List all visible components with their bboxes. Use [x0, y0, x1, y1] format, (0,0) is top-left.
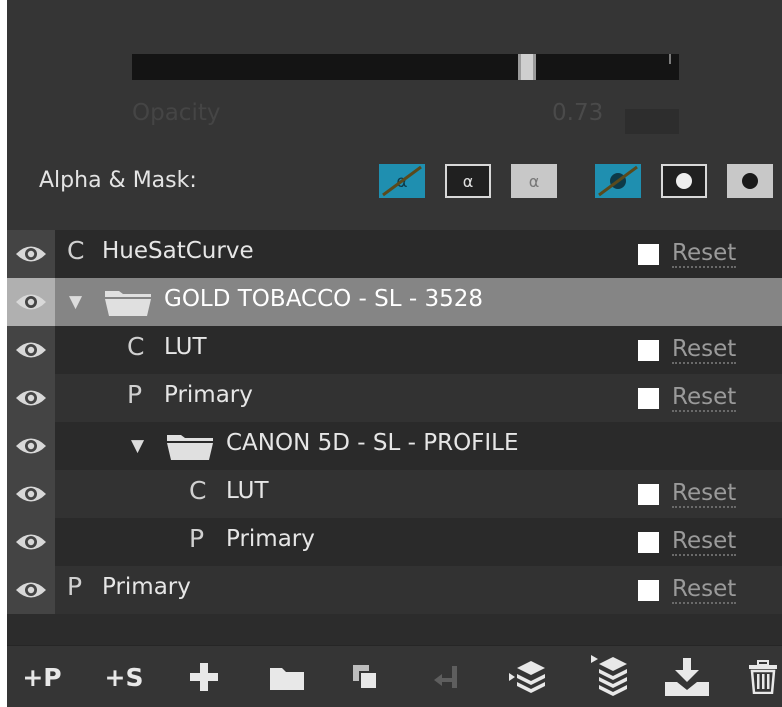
group-name: GOLD TOBACCO - SL - 3528: [164, 286, 484, 312]
eye-icon: [16, 486, 46, 502]
mask-button[interactable]: [661, 164, 707, 198]
opacity-value: 0.73: [552, 100, 604, 126]
layer-name: HueSatCurve: [102, 238, 254, 264]
eye-icon: [16, 582, 46, 598]
layer-name: Primary: [226, 526, 315, 552]
layer-toolbar: +P +S: [7, 645, 782, 707]
layer-group-row[interactable]: ▼ CANON 5D - SL - PROFILE: [7, 422, 782, 470]
delete-button[interactable]: [745, 646, 781, 707]
layer-name: Primary: [102, 574, 191, 600]
layer-list: C HueSatCurve Reset ▼ GOLD TOBACCO - SL - 35…: [7, 230, 782, 645]
visibility-toggle[interactable]: [7, 374, 55, 422]
reset-checkbox[interactable]: [638, 484, 659, 505]
mask-disabled-icon: [595, 164, 641, 198]
alpha-disabled-button[interactable]: α: [379, 164, 425, 198]
reset-checkbox[interactable]: [638, 340, 659, 361]
opacity-label: Opacity: [132, 100, 221, 126]
collapse-layers-icon: [591, 655, 627, 696]
layer-type-label: P: [67, 572, 83, 601]
layer-type-label: C: [127, 332, 145, 361]
layer-type-label: C: [67, 236, 85, 265]
alpha-invert-button[interactable]: α: [511, 164, 557, 198]
layer-name: LUT: [226, 478, 269, 504]
alpha-icon: α: [445, 164, 491, 198]
eye-icon: [16, 342, 46, 358]
alpha-invert-icon: α: [511, 164, 557, 198]
reset-checkbox[interactable]: [638, 388, 659, 409]
svg-text:α: α: [463, 172, 474, 191]
reset-checkbox[interactable]: [638, 532, 659, 553]
reset-link[interactable]: Reset: [672, 480, 737, 509]
layer-row[interactable]: P Primary Reset: [7, 374, 782, 422]
layer-row[interactable]: C LUT Reset: [7, 326, 782, 374]
opacity-slider-thumb[interactable]: [518, 54, 536, 80]
eye-icon: [16, 390, 46, 406]
layer-row[interactable]: C HueSatCurve Reset: [7, 230, 782, 278]
duplicate-button[interactable]: [345, 646, 385, 707]
reset-link[interactable]: Reset: [672, 240, 737, 269]
eye-icon: [16, 534, 46, 550]
layer-row[interactable]: P Primary Reset: [7, 566, 782, 614]
add-primary-button[interactable]: +P: [17, 646, 67, 707]
visibility-toggle[interactable]: [7, 422, 55, 470]
layer-type-label: P: [189, 524, 205, 553]
opacity-section: Opacity 0.73 Alpha & Mask: α α α: [7, 0, 782, 230]
folder-icon: [166, 431, 214, 465]
eye-icon: [16, 246, 46, 262]
visibility-toggle[interactable]: [7, 230, 55, 278]
duplicate-icon: [353, 665, 378, 690]
reset-checkbox[interactable]: [638, 580, 659, 601]
add-group-button[interactable]: [265, 646, 309, 707]
collapse-layers-button[interactable]: [585, 646, 637, 707]
add-primary-label: +P: [22, 662, 62, 692]
svg-text:α: α: [529, 172, 540, 191]
mask-icon: [661, 164, 707, 198]
reset-link[interactable]: Reset: [672, 528, 737, 557]
mask-disabled-button[interactable]: [595, 164, 641, 198]
reset-link[interactable]: Reset: [672, 576, 737, 605]
group-name: CANON 5D - SL - PROFILE: [226, 430, 519, 456]
folder-icon: [270, 668, 304, 690]
add-secondary-button[interactable]: +S: [99, 646, 149, 707]
visibility-toggle[interactable]: [7, 326, 55, 374]
import-icon: [665, 658, 709, 696]
layer-row[interactable]: C LUT Reset: [7, 470, 782, 518]
layer-type-label: P: [127, 380, 143, 409]
expand-triangle-icon[interactable]: ▼: [131, 436, 144, 456]
eye-icon: [16, 438, 46, 454]
opacity-slider[interactable]: [132, 54, 679, 80]
reset-link[interactable]: Reset: [672, 384, 737, 413]
alpha-mask-label: Alpha & Mask:: [39, 168, 197, 193]
opacity-slider-end-tick: [669, 54, 671, 64]
mask-invert-button[interactable]: [727, 164, 773, 198]
layer-name: LUT: [164, 334, 207, 360]
merge-down-icon: [434, 666, 457, 688]
trash-icon: [749, 660, 777, 694]
mask-invert-icon: [727, 164, 773, 198]
expand-layers-icon: [509, 661, 545, 693]
color-layers-panel: Opacity 0.73 Alpha & Mask: α α α: [7, 0, 782, 707]
add-layer-button[interactable]: [184, 646, 224, 707]
layer-group-row[interactable]: ▼ GOLD TOBACCO - SL - 3528: [7, 278, 782, 326]
folder-icon: [104, 287, 152, 321]
expand-layers-button[interactable]: [503, 646, 555, 707]
visibility-toggle[interactable]: [7, 470, 55, 518]
reset-checkbox[interactable]: [638, 244, 659, 265]
alpha-disabled-icon: α: [379, 164, 425, 198]
merge-down-button[interactable]: [427, 646, 467, 707]
visibility-toggle[interactable]: [7, 278, 55, 326]
add-icon: [190, 663, 218, 691]
opacity-input[interactable]: [625, 109, 679, 134]
add-secondary-label: +S: [104, 662, 144, 692]
reset-link[interactable]: Reset: [672, 336, 737, 365]
visibility-toggle[interactable]: [7, 518, 55, 566]
import-button[interactable]: [659, 646, 715, 707]
alpha-button[interactable]: α: [445, 164, 491, 198]
layer-row[interactable]: P Primary Reset: [7, 518, 782, 566]
expand-triangle-icon[interactable]: ▼: [69, 292, 82, 312]
layer-type-label: C: [189, 476, 207, 505]
eye-icon: [16, 294, 46, 310]
layer-name: Primary: [164, 382, 253, 408]
visibility-toggle[interactable]: [7, 566, 55, 614]
